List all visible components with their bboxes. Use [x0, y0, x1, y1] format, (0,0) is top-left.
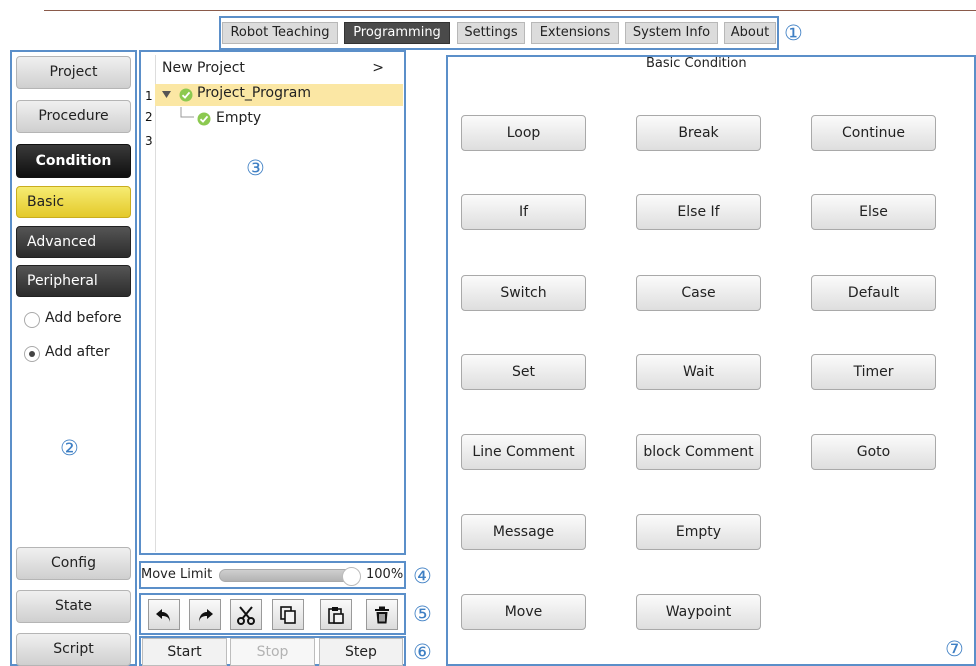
sidebar-config-button[interactable]: Config	[16, 547, 131, 580]
sidebar-state-button[interactable]: State	[16, 590, 131, 623]
callout-1: ①	[784, 21, 803, 45]
else-button[interactable]: Else	[811, 194, 936, 230]
callout-4: ④	[413, 564, 432, 588]
add-before-radio[interactable]	[24, 312, 40, 328]
stop-button[interactable]: Stop	[230, 638, 315, 666]
sidebar-procedure-button[interactable]: Procedure	[16, 100, 131, 133]
block-comment-button[interactable]: block Comment	[636, 434, 761, 470]
top-divider	[44, 10, 976, 11]
timer-button[interactable]: Timer	[811, 354, 936, 390]
callout-7: ⑦	[945, 637, 964, 661]
move-limit-fill	[220, 570, 358, 581]
goto-button[interactable]: Goto	[811, 434, 936, 470]
tree-header-label: New Project	[162, 60, 245, 76]
tree-header[interactable]: New Project >	[162, 58, 394, 78]
wait-button[interactable]: Wait	[636, 354, 761, 390]
callout-5: ⑤	[413, 602, 432, 626]
redo-icon	[199, 608, 213, 622]
tab-robot-teaching[interactable]: Robot Teaching	[222, 22, 338, 44]
tree-panel	[155, 55, 403, 552]
default-button[interactable]: Default	[811, 275, 936, 311]
if-button[interactable]: If	[461, 194, 586, 230]
step-button[interactable]: Step	[319, 638, 403, 666]
start-button[interactable]: Start	[142, 638, 227, 666]
line-comment-button[interactable]: Line Comment	[461, 434, 586, 470]
paste-icon	[328, 606, 344, 624]
delete-icon	[375, 606, 389, 623]
tab-extensions[interactable]: Extensions	[531, 22, 619, 44]
case-button[interactable]: Case	[636, 275, 761, 311]
tree-connector-icon	[180, 107, 194, 118]
delete-button[interactable]	[366, 599, 398, 630]
copy-button[interactable]	[272, 599, 304, 630]
break-button[interactable]: Break	[636, 115, 761, 151]
sidebar-project-button[interactable]: Project	[16, 56, 131, 89]
expand-triangle-icon[interactable]	[162, 90, 172, 100]
copy-icon	[280, 605, 296, 624]
paste-button[interactable]	[320, 599, 352, 630]
cut-button[interactable]	[230, 599, 262, 630]
callout-2: ②	[60, 436, 79, 460]
sidebar-basic-button[interactable]: Basic	[16, 186, 131, 218]
tab-settings[interactable]: Settings	[457, 22, 525, 44]
loop-button[interactable]: Loop	[461, 115, 586, 151]
line-number-1: 1	[145, 89, 153, 103]
undo-icon	[156, 608, 170, 622]
tree-header-arrow[interactable]: >	[372, 58, 384, 78]
tree-row-empty[interactable]: Empty	[216, 108, 261, 128]
undo-button[interactable]	[148, 599, 180, 630]
check-circle-icon	[197, 112, 211, 126]
waypoint-button[interactable]: Waypoint	[636, 594, 761, 630]
move-limit-handle[interactable]	[342, 567, 361, 586]
sidebar-advanced-button[interactable]: Advanced	[16, 226, 131, 258]
line-number-3: 3	[145, 134, 153, 148]
sidebar-script-button[interactable]: Script	[16, 633, 131, 666]
check-circle-icon	[179, 88, 193, 102]
tab-programming[interactable]: Programming	[344, 22, 450, 44]
move-button[interactable]: Move	[461, 594, 586, 630]
move-limit-value: 100%	[366, 567, 404, 582]
set-button[interactable]: Set	[461, 354, 586, 390]
cut-icon	[237, 605, 255, 625]
add-before-label: Add before	[45, 310, 122, 326]
add-after-radio[interactable]	[24, 346, 40, 362]
redo-button[interactable]	[189, 599, 221, 630]
tree-row-project-program[interactable]: Project_Program	[155, 84, 403, 106]
move-limit-label: Move Limit	[141, 567, 213, 582]
else-if-button[interactable]: Else If	[636, 194, 761, 230]
sidebar-condition-button[interactable]: Condition	[16, 144, 131, 178]
move-limit-slider[interactable]	[219, 567, 361, 586]
continue-button[interactable]: Continue	[811, 115, 936, 151]
line-number-2: 2	[145, 110, 153, 124]
message-button[interactable]: Message	[461, 514, 586, 550]
panel-title: Basic Condition	[646, 56, 747, 71]
add-after-label: Add after	[45, 344, 110, 360]
tab-about[interactable]: About	[724, 22, 776, 44]
empty-button[interactable]: Empty	[636, 514, 761, 550]
sidebar-peripheral-button[interactable]: Peripheral	[16, 265, 131, 297]
callout-6: ⑥	[413, 640, 432, 664]
switch-button[interactable]: Switch	[461, 275, 586, 311]
tree-root-label: Project_Program	[197, 85, 311, 101]
tab-system-info[interactable]: System Info	[625, 22, 718, 44]
callout-3: ③	[246, 156, 265, 180]
